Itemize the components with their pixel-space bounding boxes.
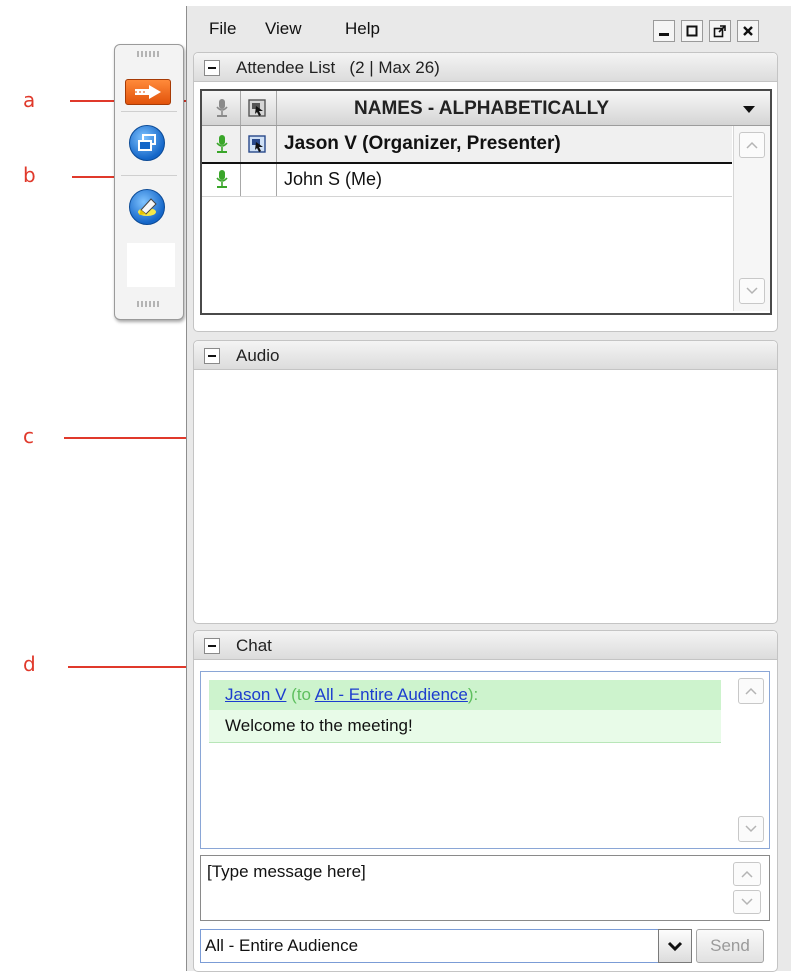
menu-bar: File View Help [187,6,791,48]
chevron-down-icon [741,898,753,906]
maximize-button[interactable] [681,20,703,42]
highlighter-icon [138,198,157,216]
attendee-row-organizer[interactable]: Jason V (Organizer, Presenter) [202,126,732,164]
attendee-list-header: Attendee List (2 | Max 26) [194,53,777,82]
chat-panel: Chat Jason V (to All - Entire Audience):… [193,630,778,972]
column-divider [240,126,241,162]
chevron-down-icon [746,287,758,295]
chevron-up-icon [741,870,753,878]
arrow-right-button[interactable] [125,79,171,105]
recipient-select[interactable]: All - Entire Audience [200,929,674,963]
attendee-list-heading: Attendee List (2 | Max 26) [236,58,440,78]
chat-message-text: Welcome to the meeting! [225,716,413,735]
audio-column-header[interactable] [212,98,232,118]
chevron-down-icon[interactable] [742,105,756,114]
attendee-list-title: Attendee List [236,58,336,77]
attendee-scrollbar[interactable] [733,126,770,311]
arrow-right-icon [135,85,161,99]
attendee-grid-header: NAMES - ALPHABETICALLY [202,91,770,126]
microphone-icon [216,99,228,117]
scroll-down-button[interactable] [733,890,761,914]
chat-message-header: Jason V (to All - Entire Audience): [209,680,721,710]
recipient-dropdown-button[interactable] [658,929,692,963]
audio-panel: Audio [193,340,778,624]
gotomeeting-control-panel: File View Help Attendee List (2 | Max 26… [186,6,791,972]
chat-header: Chat [194,631,777,660]
screen-column-header[interactable] [247,98,267,118]
chevron-up-icon [745,687,757,695]
chat-scrollbar[interactable] [733,672,769,848]
chat-collapse-button[interactable] [204,638,220,654]
attendee-presenter-status [247,134,267,154]
chevron-up-icon [746,141,758,149]
attendee-list-panel: Attendee List (2 | Max 26) NAMES - ALPHA… [193,52,778,332]
annotation-label-c: c [23,424,34,448]
toolbar-grip-top[interactable] [137,51,161,57]
annotation-label-b: b [23,163,36,187]
minimize-button[interactable] [653,20,675,42]
audio-header: Audio [194,341,777,370]
annotation-line-c [64,437,196,439]
chat-input-placeholder: [Type message here] [207,862,366,881]
scroll-up-button[interactable] [739,132,765,158]
microphone-icon [216,135,228,153]
to-prefix: (to [291,685,315,704]
chat-title: Chat [236,636,272,655]
attendee-name: Jason V (Organizer, Presenter) [284,133,561,154]
attendee-collapse-button[interactable] [204,60,220,76]
show-windows-button[interactable] [129,125,165,161]
windows-icon [138,134,156,151]
menu-help[interactable]: Help [345,19,380,39]
chat-message-input[interactable]: [Type message here] [200,855,770,921]
chat-history[interactable]: Jason V (to All - Entire Audience): Welc… [200,671,770,849]
column-divider [276,126,277,162]
column-divider [276,91,277,125]
to-suffix: ): [467,685,479,704]
toolbar-separator [121,175,177,176]
close-button[interactable] [737,20,759,42]
microphone-icon [216,170,228,188]
scroll-down-button[interactable] [739,278,765,304]
column-divider [240,91,241,125]
column-divider [276,164,277,196]
chat-message-body: Welcome to the meeting! [209,710,721,743]
menu-file[interactable]: File [209,19,236,39]
attendee-row-me[interactable]: John S (Me) [202,164,732,197]
popout-button[interactable] [709,20,731,42]
chevron-down-icon [667,941,683,952]
attendee-mic-status [212,134,232,154]
send-button[interactable]: Send [696,929,764,963]
annotation-label-d: d [23,652,36,676]
names-sort-header[interactable]: NAMES - ALPHABETICALLY [354,98,609,120]
presenter-screen-icon [248,99,266,117]
scroll-down-button[interactable] [738,816,764,842]
presenter-screen-icon [248,135,266,153]
attendee-grid: NAMES - ALPHABETICALLY Jason V (Organize… [200,89,772,315]
recipient-link[interactable]: All - Entire Audience [315,685,468,704]
annotation-label-a: a [23,88,36,112]
drawing-tools-button[interactable] [129,189,165,225]
close-icon [743,26,753,36]
minimize-icon [659,33,669,36]
sender-link[interactable]: Jason V [225,685,286,704]
audio-collapse-button[interactable] [204,348,220,364]
scroll-up-button[interactable] [733,862,761,886]
scroll-up-button[interactable] [738,678,764,704]
popout-icon [713,25,726,38]
recipient-select-value: All - Entire Audience [205,936,359,955]
attendee-name: John S (Me) [284,169,383,189]
attendee-mic-status [212,169,232,189]
toolbar-blank-area [127,243,175,287]
toolbar-separator [121,111,177,112]
attendee-count: (2 | Max 26) [349,58,440,77]
audio-title: Audio [236,346,280,365]
menu-view[interactable]: View [265,19,302,39]
maximize-icon [686,25,698,37]
toolbar-grip-bottom[interactable] [137,301,161,307]
control-toolbar [114,44,184,320]
column-divider [240,164,241,196]
chevron-down-icon [745,825,757,833]
